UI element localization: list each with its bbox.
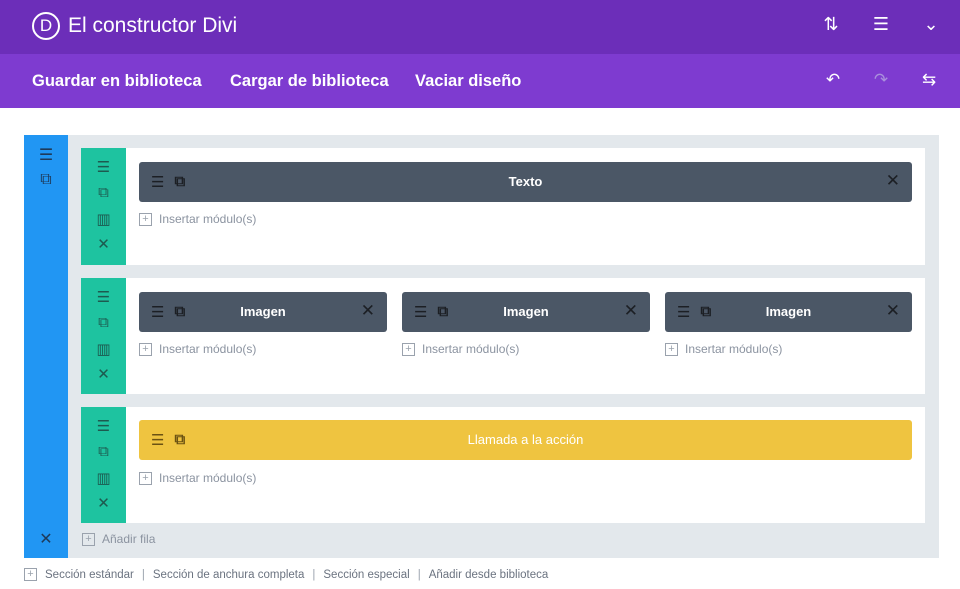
row-handle[interactable]: ☰ ⧉ ▥ ✕ <box>81 407 126 523</box>
separator: | <box>312 568 316 581</box>
section-menu-icon[interactable]: ☰ <box>24 145 68 165</box>
module-label: Imagen <box>765 304 812 319</box>
row-1: ☰ ⧉ ▥ ✕ ☰ ⧉ Texto ✕ + Insertar módulo(s) <box>81 148 925 265</box>
row-menu-icon[interactable]: ☰ <box>81 417 126 435</box>
row-duplicate-icon[interactable]: ⧉ <box>81 184 126 201</box>
add-from-library-link[interactable]: Añadir desde biblioteca <box>429 569 549 581</box>
clear-layout-button[interactable]: Vaciar diseño <box>415 72 521 91</box>
plus-icon: + <box>402 342 415 356</box>
plus-icon: + <box>82 532 95 546</box>
standard-section-link[interactable]: Sección estándar <box>45 569 134 581</box>
insert-module-label: Insertar módulo(s) <box>159 342 257 356</box>
row-delete-icon[interactable]: ✕ <box>81 365 126 383</box>
row-columns-icon[interactable]: ▥ <box>81 340 126 358</box>
row-delete-icon[interactable]: ✕ <box>81 235 126 253</box>
module-delete-icon[interactable]: ✕ <box>886 301 900 321</box>
insert-module-label: Insertar módulo(s) <box>422 342 520 356</box>
row-delete-icon[interactable]: ✕ <box>81 494 126 512</box>
add-section-bar: + Sección estándar | Sección de anchura … <box>24 568 548 581</box>
plus-icon: + <box>665 342 678 356</box>
row-3: ☰ ⧉ ▥ ✕ ☰ ⧉ Llamada a la acción + Inserta… <box>81 407 925 523</box>
divi-logo: D <box>32 12 60 40</box>
fullwidth-section-link[interactable]: Sección de anchura completa <box>153 569 305 581</box>
row-columns-icon[interactable]: ▥ <box>81 210 126 228</box>
app-title: El constructor Divi <box>68 14 238 37</box>
module-delete-icon[interactable]: ✕ <box>361 301 375 321</box>
builder-header: D El constructor Divi ⇅ ☰ ⌄ <box>0 0 960 54</box>
row-columns-icon[interactable]: ▥ <box>81 469 126 487</box>
module-label: Imagen <box>503 304 549 319</box>
chevron-down-icon[interactable]: ⌄ <box>920 14 942 35</box>
row-duplicate-icon[interactable]: ⧉ <box>81 443 126 460</box>
load-from-library-button[interactable]: Cargar de biblioteca <box>230 72 389 91</box>
plus-icon: + <box>139 471 152 485</box>
save-to-library-button[interactable]: Guardar en biblioteca <box>32 72 202 91</box>
insert-module-button[interactable]: + Insertar módulo(s) <box>139 342 256 356</box>
sort-arrows-icon[interactable]: ⇅ <box>820 14 842 35</box>
builder-toolbar: Guardar en biblioteca Cargar de bibliote… <box>0 54 960 108</box>
module-image[interactable]: ☰ ⧉ Imagen ✕ <box>139 292 387 332</box>
module-text[interactable]: ☰ ⧉ Texto ✕ <box>139 162 912 202</box>
row-2: ☰ ⧉ ▥ ✕ ☰ ⧉ Imagen ✕ ☰ ⧉ Imagen ✕ ☰ ⧉ Image… <box>81 278 925 394</box>
module-delete-icon[interactable]: ✕ <box>886 171 900 191</box>
module-label: Imagen <box>240 304 286 319</box>
insert-module-label: Insertar módulo(s) <box>685 342 783 356</box>
add-row-label: Añadir fila <box>102 532 156 546</box>
module-call-to-action[interactable]: ☰ ⧉ Llamada a la acción <box>139 420 912 460</box>
plus-icon: + <box>139 342 152 356</box>
row-handle[interactable]: ☰ ⧉ ▥ ✕ <box>81 278 126 394</box>
row-handle[interactable]: ☰ ⧉ ▥ ✕ <box>81 148 126 265</box>
insert-module-button[interactable]: + Insertar módulo(s) <box>665 342 782 356</box>
plus-icon: + <box>24 568 37 581</box>
section-duplicate-icon[interactable]: ⧉ <box>24 171 68 189</box>
plus-icon: + <box>139 212 152 226</box>
module-image[interactable]: ☰ ⧉ Imagen ✕ <box>402 292 650 332</box>
insert-module-label: Insertar módulo(s) <box>159 212 257 226</box>
section-delete-icon[interactable]: ✕ <box>24 529 68 549</box>
insert-module-button[interactable]: + Insertar módulo(s) <box>139 212 256 226</box>
add-row-button[interactable]: + Añadir fila <box>82 532 155 546</box>
separator: | <box>417 568 421 581</box>
insert-module-button[interactable]: + Insertar módulo(s) <box>139 471 256 485</box>
menu-icon[interactable]: ☰ <box>870 14 892 35</box>
portability-icon[interactable]: ⇆ <box>918 70 940 90</box>
row-menu-icon[interactable]: ☰ <box>81 158 126 176</box>
row-duplicate-icon[interactable]: ⧉ <box>81 314 126 331</box>
row-menu-icon[interactable]: ☰ <box>81 288 126 306</box>
module-label: Llamada a la acción <box>467 432 584 447</box>
section-handle[interactable]: ☰ ⧉ ✕ <box>24 135 68 558</box>
insert-module-button[interactable]: + Insertar módulo(s) <box>402 342 519 356</box>
redo-icon[interactable]: ↷ <box>870 70 892 90</box>
module-image[interactable]: ☰ ⧉ Imagen ✕ <box>665 292 912 332</box>
special-section-link[interactable]: Sección especial <box>323 569 409 581</box>
undo-icon[interactable]: ↶ <box>822 70 844 90</box>
module-label: Texto <box>508 174 543 189</box>
separator: | <box>141 568 145 581</box>
builder-canvas: ☰ ⧉ ✕ ☰ ⧉ ▥ ✕ ☰ ⧉ Texto ✕ + Insertar módu… <box>24 135 939 558</box>
insert-module-label: Insertar módulo(s) <box>159 471 257 485</box>
module-delete-icon[interactable]: ✕ <box>624 301 638 321</box>
